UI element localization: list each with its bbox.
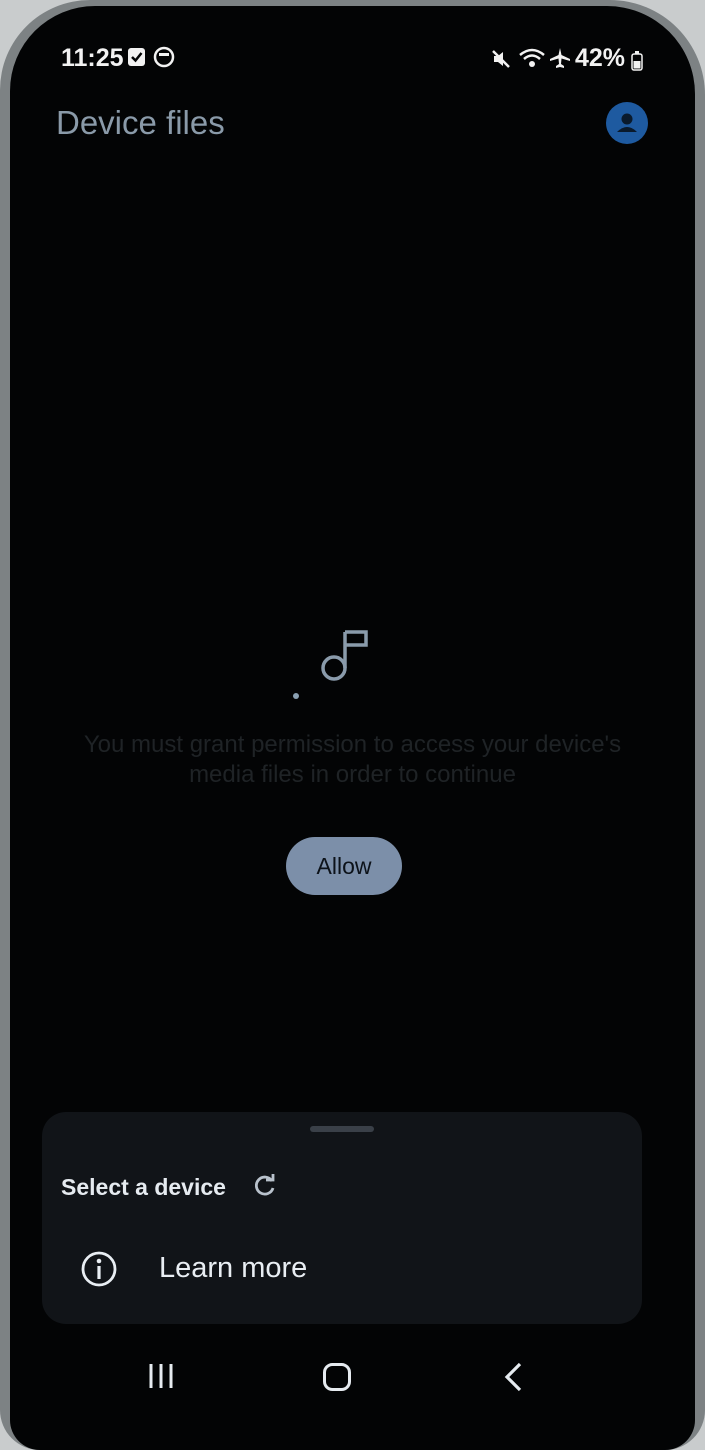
- sheet-drag-handle[interactable]: [310, 1126, 374, 1132]
- loading-dot: [293, 693, 299, 699]
- permission-message: You must grant permission to access your…: [83, 731, 622, 788]
- status-time: 11:25: [61, 44, 124, 72]
- home-icon[interactable]: [322, 1362, 352, 1392]
- learn-more-link[interactable]: Learn more: [159, 1252, 307, 1285]
- account-icon: [617, 113, 637, 132]
- navigation-bar: [10, 1346, 695, 1416]
- info-icon: [81, 1251, 117, 1287]
- select-device-label[interactable]: Select a device: [61, 1174, 226, 1201]
- checkbox-icon: [128, 48, 145, 66]
- battery-percent: 42%: [575, 44, 626, 72]
- device-bottom-sheet: Select a device Learn more: [42, 1112, 642, 1324]
- refresh-icon[interactable]: [252, 1173, 278, 1199]
- screen: 11:25 42% Device files You must grant pe…: [10, 6, 695, 1450]
- music-note-icon: [321, 630, 368, 681]
- media-icon: [153, 46, 175, 68]
- recent-apps-icon[interactable]: [147, 1362, 175, 1390]
- allow-button[interactable]: Allow: [286, 837, 402, 895]
- airplane-icon: [550, 48, 570, 68]
- back-icon[interactable]: [502, 1362, 524, 1392]
- mute-icon: [492, 50, 510, 68]
- wifi-icon: [519, 48, 545, 67]
- status-bar: 11:25 42%: [10, 6, 695, 106]
- page-title: Device files: [56, 104, 225, 141]
- avatar[interactable]: [606, 102, 648, 144]
- battery-icon: [631, 51, 643, 71]
- phone-frame: 11:25 42% Device files You must grant pe…: [0, 0, 705, 1450]
